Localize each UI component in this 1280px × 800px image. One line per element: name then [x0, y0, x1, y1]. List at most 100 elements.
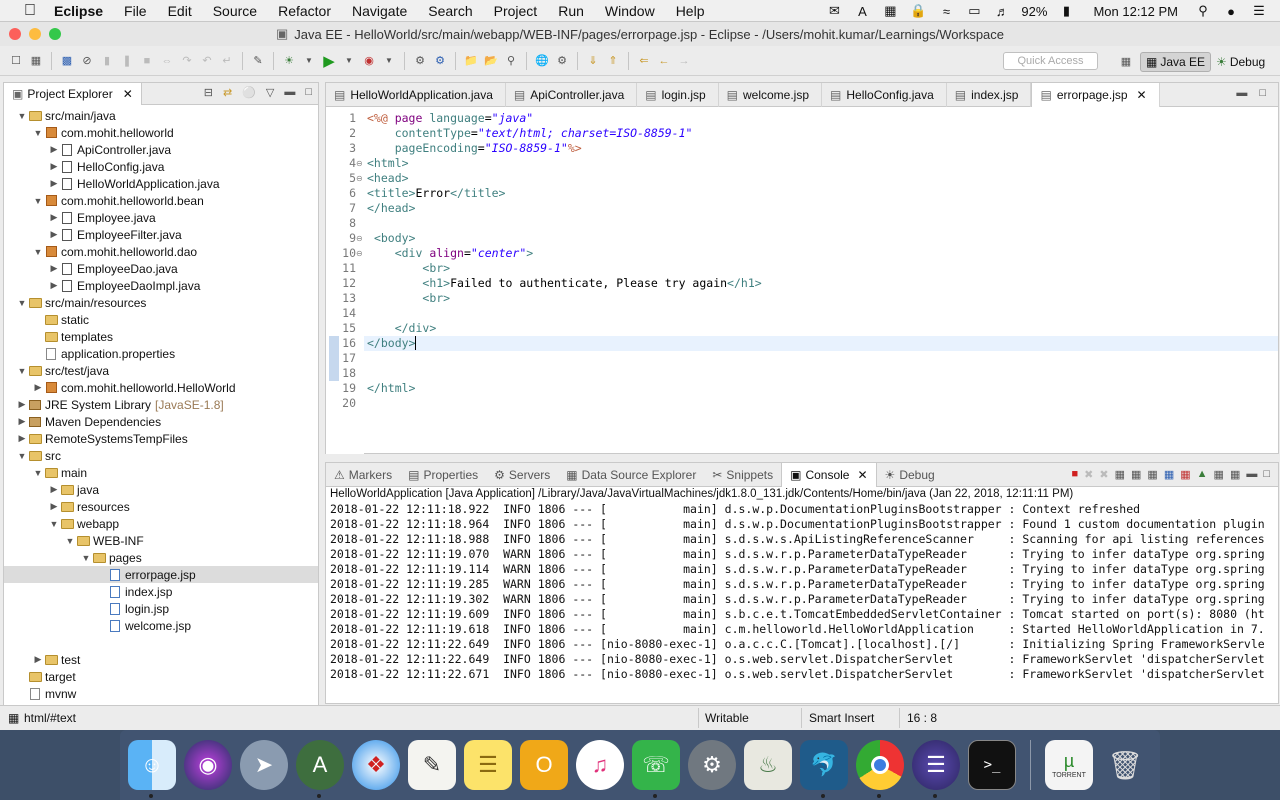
open-resource-icon[interactable]: ✎ — [250, 53, 266, 69]
resume-icon[interactable]: ▮ — [99, 53, 115, 69]
tree-item[interactable]: templates — [4, 328, 318, 345]
disconnect-icon[interactable]: ⇔ — [159, 53, 175, 69]
minimize-button[interactable] — [29, 28, 41, 40]
debug-icon[interactable]: ☀ — [281, 53, 297, 69]
menu-navigate[interactable]: Navigate — [352, 3, 407, 19]
close-button[interactable] — [9, 28, 21, 40]
run-icon[interactable]: ▶ — [321, 53, 337, 70]
minimize-view-icon[interactable]: ▬ — [1236, 87, 1247, 99]
tree-item[interactable]: ▶ java — [4, 481, 318, 498]
expand-toggle-icon[interactable]: ▼ — [32, 247, 44, 257]
mail-icon[interactable]: ✉ — [825, 3, 843, 18]
step-into-icon[interactable]: ↷ — [179, 53, 195, 69]
word-wrap-icon[interactable]: ▦ — [1147, 468, 1157, 481]
expand-toggle-icon[interactable]: ▼ — [16, 366, 28, 376]
expand-toggle-icon[interactable]: ▶ — [48, 161, 60, 172]
android-studio-icon[interactable]: A — [296, 740, 344, 798]
bottom-tab[interactable]: ▦ Data Source Explorer — [558, 463, 704, 487]
expand-toggle-icon[interactable]: ▶ — [16, 433, 28, 444]
finder-icon[interactable]: ☺ — [128, 740, 176, 798]
close-icon[interactable]: ✕ — [1137, 88, 1147, 102]
tree-item[interactable]: ▼ src/test/java — [4, 362, 318, 379]
terminate-icon[interactable]: ■ — [139, 53, 155, 69]
web-tools-icon[interactable]: ⚙ — [554, 53, 570, 69]
tree-item[interactable]: ▶ JRE System Library [JavaSE-1.8] — [4, 396, 318, 413]
menu-icon[interactable]: ☰ — [1250, 3, 1268, 18]
remove-all-icon[interactable]: ✖ — [1099, 468, 1108, 481]
trash-icon[interactable]: 🗑 — [1101, 740, 1149, 790]
terminal-icon[interactable]: >_ — [968, 740, 1016, 790]
terminate-icon[interactable]: ■ — [1072, 468, 1079, 481]
fold-toggle-icon[interactable]: ⊖ — [356, 246, 364, 261]
bottom-tab[interactable]: ▣ Console ✕ — [781, 462, 877, 487]
fold-toggle-icon[interactable]: ⊖ — [356, 171, 364, 186]
tree-item[interactable]: ▶ HelloWorldApplication.java — [4, 175, 318, 192]
menu-refactor[interactable]: Refactor — [278, 3, 331, 19]
expand-toggle-icon[interactable]: ▼ — [32, 128, 44, 138]
perspective-debug[interactable]: ☀ Debug — [1211, 52, 1270, 72]
tree-item[interactable]: ▼ com.mohit.helloworld — [4, 124, 318, 141]
tree-item[interactable] — [4, 634, 318, 651]
tree-item[interactable]: ▶ HelloConfig.java — [4, 158, 318, 175]
minimize-view-icon[interactable]: ▬ — [1246, 468, 1257, 481]
textedit-icon[interactable]: ✎ — [408, 740, 456, 790]
dropdown-icon[interactable]: ▼ — [341, 53, 357, 69]
menu-run[interactable]: Run — [558, 3, 584, 19]
tree-item[interactable]: ▼ WEB-INF — [4, 532, 318, 549]
editor-tab[interactable]: ▤ HelloConfig.java — [822, 83, 947, 107]
tree-item[interactable]: index.jsp — [4, 583, 318, 600]
back-icon[interactable]: ← — [656, 53, 672, 69]
tree-item[interactable]: ▶ EmployeeDaoImpl.java — [4, 277, 318, 294]
perspective-java-ee[interactable]: ▦ Java EE — [1140, 52, 1212, 72]
notes-icon[interactable]: ☰ — [464, 740, 512, 790]
expand-toggle-icon[interactable]: ▼ — [80, 553, 92, 563]
siri-icon[interactable]: ● — [1222, 4, 1240, 19]
display-console-icon[interactable]: ▦ — [1214, 468, 1224, 481]
battery-icon[interactable]: ▮ — [1057, 3, 1075, 18]
show-on-error-icon[interactable]: ▦ — [1180, 468, 1190, 481]
menu-window[interactable]: Window — [605, 3, 655, 19]
search-icon[interactable]: ⚲ — [1194, 3, 1212, 18]
chrome-icon[interactable] — [856, 740, 904, 798]
console-output[interactable]: 2018-01-22 12:11:18.922 INFO 1806 --- [ … — [326, 502, 1278, 682]
bottom-tab[interactable]: ⚠ Markers — [326, 463, 400, 487]
maximize-view-icon[interactable]: □ — [1259, 87, 1266, 99]
tree-item[interactable]: ▶ EmployeeFilter.java — [4, 226, 318, 243]
editor-tab[interactable]: ▤ welcome.jsp — [719, 83, 823, 107]
tree-item[interactable]: ▶ ApiController.java — [4, 141, 318, 158]
tree-item[interactable]: ▼ pages — [4, 549, 318, 566]
tree-item[interactable]: static — [4, 311, 318, 328]
expand-toggle-icon[interactable]: ▶ — [48, 484, 60, 495]
console-view-icon[interactable]: ▩ — [59, 53, 75, 69]
lock-icon[interactable]: 🔒 — [909, 3, 927, 18]
expand-toggle-icon[interactable]: ▼ — [16, 298, 28, 308]
expand-toggle-icon[interactable]: ▶ — [48, 280, 60, 291]
step-over-icon[interactable]: ↶ — [199, 53, 215, 69]
menu-eclipse[interactable]: Eclipse — [54, 3, 103, 19]
save-icon[interactable]: ▦ — [28, 53, 44, 69]
open-folder-icon[interactable]: 📁 — [463, 53, 479, 69]
bottom-tab[interactable]: ▤ Properties — [400, 463, 486, 487]
scroll-lock-icon[interactable]: ▦ — [1131, 468, 1141, 481]
tree-item[interactable]: ▶ EmployeeDao.java — [4, 260, 318, 277]
filter-icon[interactable]: ⚪ — [242, 86, 256, 99]
editor-tab[interactable]: ▤ ApiController.java — [506, 83, 638, 107]
expand-toggle-icon[interactable]: ▼ — [32, 196, 44, 206]
expand-toggle-icon[interactable]: ▶ — [48, 212, 60, 223]
maximize-view-icon[interactable]: □ — [1263, 468, 1270, 481]
tree-item[interactable]: target — [4, 668, 318, 685]
menu-help[interactable]: Help — [676, 3, 705, 19]
clear-console-icon[interactable]: ▦ — [1115, 468, 1125, 481]
launchpad-icon[interactable]: ➤ — [240, 740, 288, 790]
apple-icon[interactable]:  — [20, 2, 40, 20]
tree-item[interactable]: ▶ com.mohit.helloworld.HelloWorld — [4, 379, 318, 396]
suspend-icon[interactable]: ❚ — [119, 53, 135, 69]
menu-project[interactable]: Project — [494, 3, 538, 19]
globe-icon[interactable]: 🌐 — [534, 53, 550, 69]
menu-edit[interactable]: Edit — [168, 3, 192, 19]
editor-tab[interactable]: ▤ HelloWorldApplication.java — [326, 83, 506, 107]
siri-icon[interactable]: ◉ — [184, 740, 232, 790]
dropdown-icon[interactable]: ▼ — [301, 53, 317, 69]
bottom-tab[interactable]: ✂ Snippets — [704, 463, 781, 487]
expand-toggle-icon[interactable]: ▶ — [32, 654, 44, 665]
